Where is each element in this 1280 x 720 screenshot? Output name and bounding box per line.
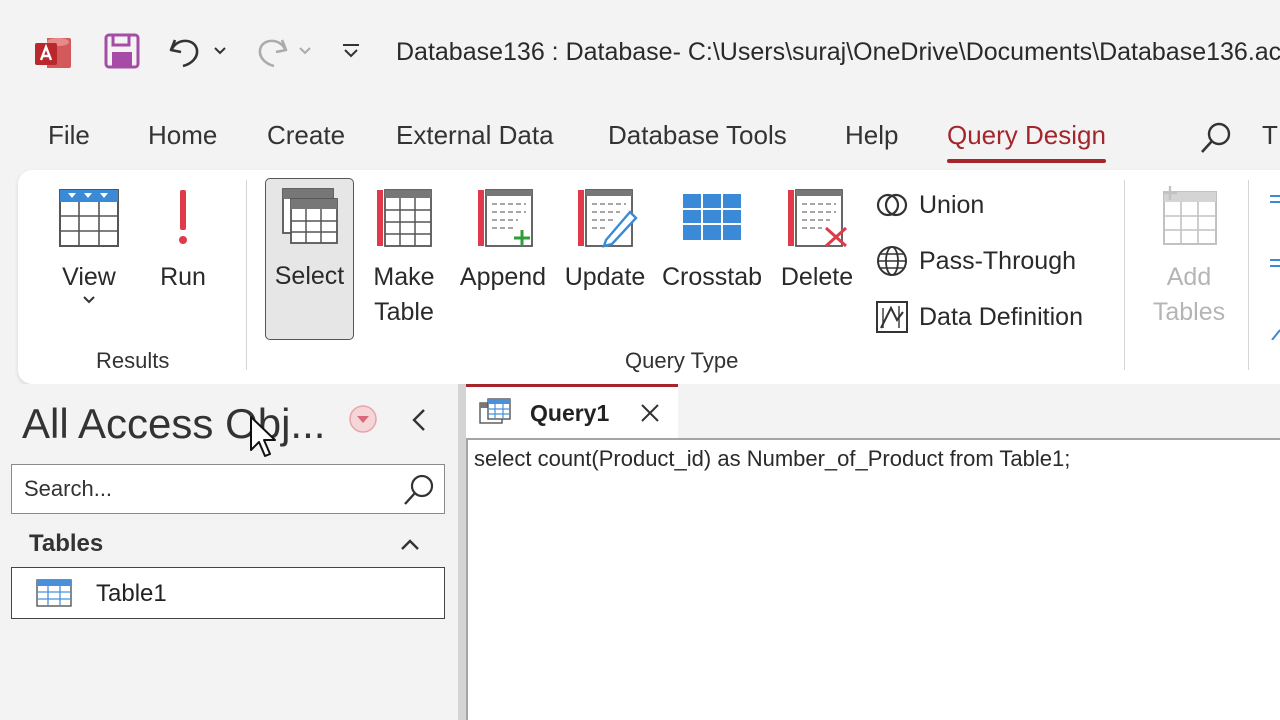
customize-toolbar-icon[interactable]	[340, 40, 362, 62]
run-button[interactable]: Run	[150, 186, 216, 295]
search-icon[interactable]	[1198, 120, 1234, 156]
update-icon	[578, 189, 638, 248]
tables-group-header[interactable]: Tables	[11, 524, 445, 564]
make-table-button[interactable]: Make Table	[368, 186, 440, 330]
add-tables-button: Add Tables	[1148, 186, 1230, 330]
data-definition-button[interactable]: Data Definition	[875, 296, 1083, 338]
tab-query1[interactable]: Query1	[466, 384, 678, 438]
update-button[interactable]: Update	[562, 186, 648, 295]
save-icon[interactable]	[103, 32, 141, 70]
group-separator	[246, 180, 247, 370]
globe-icon	[877, 246, 907, 276]
tab-home[interactable]: Home	[148, 120, 217, 151]
exclamation-icon	[179, 190, 187, 244]
make-table-label-1: Make	[373, 263, 435, 291]
window-title: Database136 : Database- C:\Users\suraj\O…	[396, 38, 1280, 66]
view-label: View	[62, 263, 116, 291]
nav-menu-icon[interactable]	[348, 404, 378, 434]
navigation-pane: All Access Obj... Tables Table1	[0, 384, 460, 720]
group-separator	[1124, 180, 1125, 370]
tab-query-design[interactable]: Query Design	[947, 120, 1106, 163]
union-icon	[876, 193, 908, 217]
make-table-icon	[377, 189, 432, 247]
select-query-button[interactable]: Select	[265, 178, 354, 340]
append-button[interactable]: Append	[456, 186, 550, 295]
results-group-label: Results	[96, 348, 170, 373]
document-area: Query1 select count(Product_id) as Numbe…	[466, 384, 1280, 720]
ribbon-overflow-icon	[1270, 195, 1280, 340]
pass-through-button[interactable]: Pass-Through	[875, 240, 1076, 282]
query-type-group-label: Query Type	[625, 348, 739, 373]
search-box[interactable]	[11, 464, 445, 514]
tab-create[interactable]: Create	[267, 120, 345, 151]
chevron-left-icon[interactable]	[404, 404, 434, 436]
chevron-down-icon	[83, 296, 95, 304]
tab-label: Query1	[530, 400, 610, 426]
chevron-down-icon[interactable]	[212, 42, 228, 58]
add-tables-label-1: Add	[1166, 263, 1212, 291]
tab-database-tools[interactable]: Database Tools	[608, 120, 787, 151]
group-separator	[1248, 180, 1249, 370]
datasheet-view-icon	[59, 189, 119, 247]
table-icon	[36, 579, 72, 607]
add-table-icon	[1163, 186, 1217, 245]
pane-splitter[interactable]	[458, 384, 466, 720]
crosstab-icon	[683, 194, 741, 240]
ribbon-tabs: File Home Create External Data Database …	[0, 112, 1280, 163]
chevron-down-icon	[299, 47, 311, 55]
close-icon[interactable]	[638, 401, 662, 425]
title-bar: Database136 : Database- C:\Users\suraj\O…	[0, 0, 1280, 106]
add-tables-label-2: Tables	[1152, 298, 1226, 326]
ribbon: View Run Results Select Make Table Appen…	[18, 170, 1280, 384]
pass-through-label: Pass-Through	[919, 246, 1077, 275]
union-button[interactable]: Union	[875, 184, 984, 226]
sql-editor[interactable]: select count(Product_id) as Number_of_Pr…	[466, 438, 1280, 720]
delete-icon	[788, 189, 848, 248]
append-icon	[478, 189, 533, 247]
nav-pane-title[interactable]: All Access Obj...	[22, 400, 325, 448]
select-label: Select	[274, 262, 345, 290]
search-input[interactable]	[24, 473, 394, 505]
crosstab-label: Crosstab	[662, 263, 763, 291]
query-icon	[479, 398, 511, 424]
chevron-up-icon[interactable]	[397, 532, 423, 558]
delete-label: Delete	[780, 263, 854, 291]
append-label: Append	[459, 263, 547, 291]
nav-item-table1[interactable]: Table1	[11, 567, 445, 619]
data-definition-label: Data Definition	[919, 302, 1083, 331]
tab-external-data[interactable]: External Data	[396, 120, 554, 151]
access-logo-icon	[35, 38, 71, 68]
undo-icon[interactable]	[165, 32, 205, 72]
search-icon[interactable]	[400, 471, 438, 509]
tables-group-label: Tables	[29, 530, 104, 557]
select-query-icon	[281, 188, 338, 244]
union-label: Union	[919, 190, 985, 219]
sql-text[interactable]: select count(Product_id) as Number_of_Pr…	[474, 446, 1070, 472]
crosstab-button[interactable]: Crosstab	[662, 186, 762, 295]
tab-help[interactable]: Help	[845, 120, 898, 151]
tab-overflow[interactable]: T	[1262, 120, 1278, 151]
update-label: Update	[564, 263, 646, 291]
tab-file[interactable]: File	[48, 120, 90, 151]
redo-icon	[258, 39, 288, 68]
view-button[interactable]: View	[48, 186, 130, 307]
make-table-label-2: Table	[374, 298, 434, 326]
data-definition-icon	[876, 301, 908, 333]
nav-item-label: Table1	[96, 580, 167, 607]
delete-button[interactable]: Delete	[776, 186, 858, 295]
run-label: Run	[160, 263, 206, 291]
